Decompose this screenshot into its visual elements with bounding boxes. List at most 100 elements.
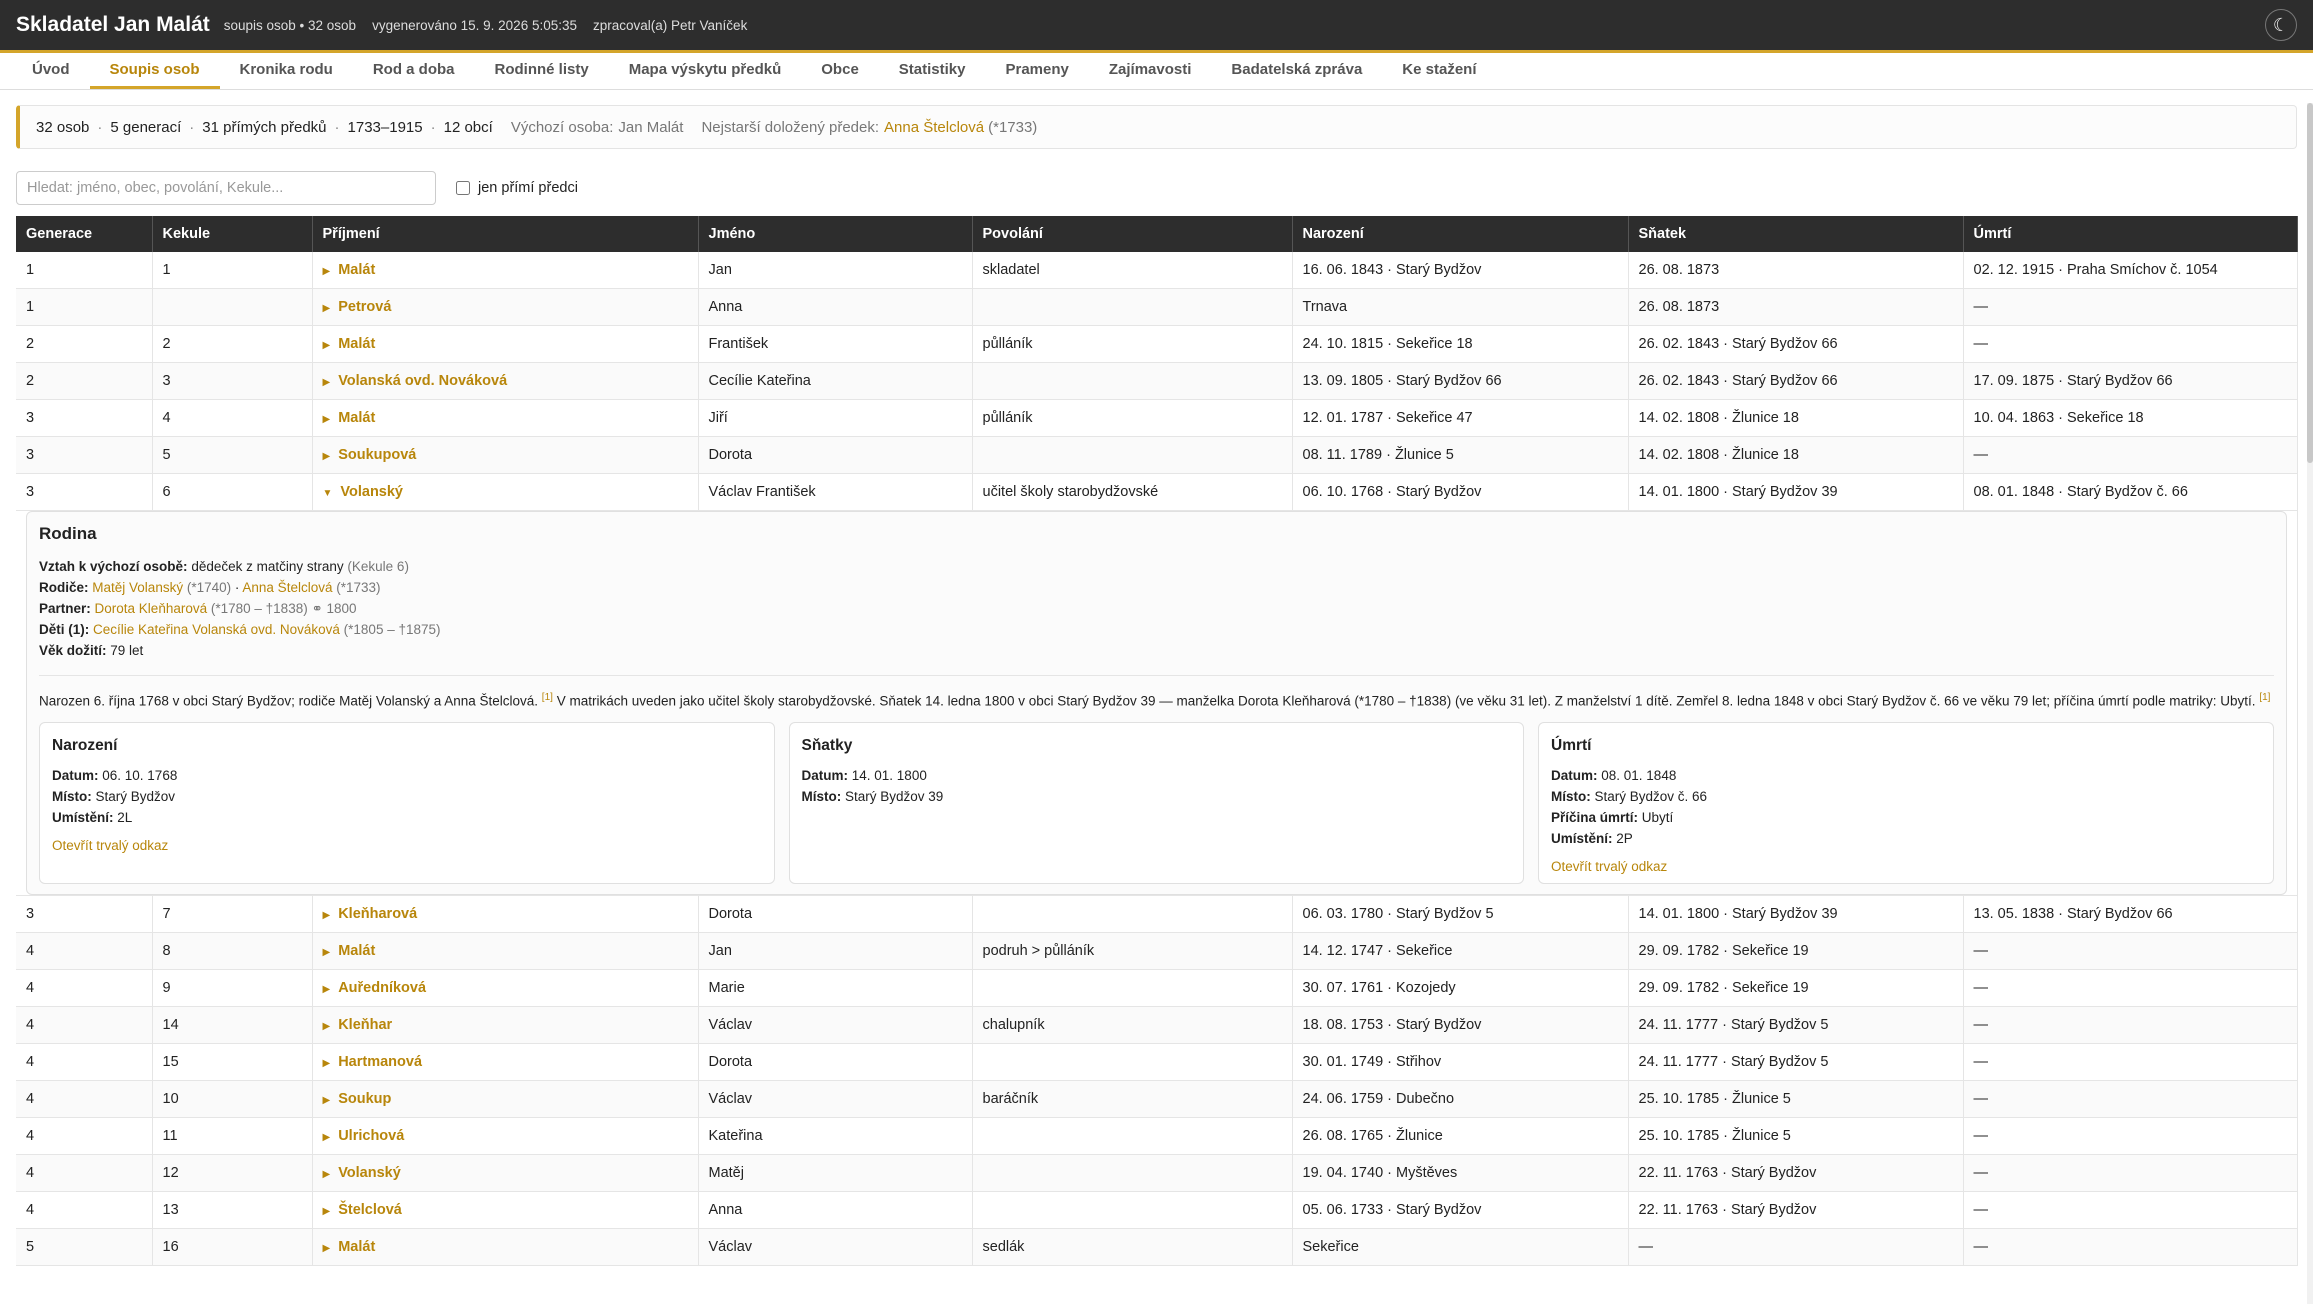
surname-link[interactable]: Kleňhar [338, 1017, 392, 1033]
caret-right-icon[interactable]: ▶ [323, 451, 331, 462]
cell-surname[interactable]: ▶ Petrová [312, 288, 699, 326]
col-header-death[interactable]: Úmrtí [1963, 216, 2298, 252]
surname-link[interactable]: Štelclová [338, 1202, 402, 1218]
caret-right-icon[interactable]: ▶ [323, 1021, 331, 1032]
cell-surname[interactable]: ▼ Volanský [312, 473, 699, 511]
caret-right-icon[interactable]: ▶ [323, 377, 331, 388]
theme-toggle-moon-icon[interactable]: ☾ [2265, 9, 2297, 41]
table-row[interactable]: 5 16 ▶ Malát Václav sedlák Sekeřice — — [16, 1228, 2298, 1266]
tab-5[interactable]: Mapa výskytu předků [609, 53, 802, 89]
caret-right-icon[interactable]: ▶ [323, 1132, 331, 1143]
caret-right-icon[interactable]: ▶ [323, 266, 331, 277]
cell-surname[interactable]: ▶ Ulrichová [312, 1117, 699, 1155]
summary-oldest-link[interactable]: Anna Štelclová [884, 119, 984, 136]
table-row[interactable]: 4 8 ▶ Malát Jan podruh > půlláník 14. 12. 1747… [16, 932, 2298, 970]
scrollbar-thumb[interactable] [2307, 103, 2313, 463]
table-row[interactable]: 4 9 ▶ Auředníková Marie 30. 07. 1761 · Kozoje… [16, 969, 2298, 1007]
tab-9[interactable]: Zajímavosti [1089, 53, 1212, 89]
caret-right-icon[interactable]: ▶ [323, 1095, 331, 1106]
caret-right-icon[interactable]: ▶ [323, 1243, 331, 1254]
tab-7[interactable]: Statistiky [879, 53, 986, 89]
col-header-kekule[interactable]: Kekule [152, 216, 313, 252]
direct-only-filter[interactable]: jen přímí předci [456, 180, 578, 196]
table-row[interactable]: 4 12 ▶ Volanský Matěj 19. 04. 1740 · Myštěves… [16, 1154, 2298, 1192]
cell-surname[interactable]: ▶ Kleňhar [312, 1006, 699, 1044]
birth-permalink[interactable]: Otevřít trvalý odkaz [52, 838, 762, 853]
surname-link[interactable]: Volanská ovd. Nováková [338, 373, 507, 389]
cell-surname[interactable]: ▶ Volanský [312, 1154, 699, 1192]
surname-link[interactable]: Malát [338, 410, 375, 426]
direct-only-checkbox[interactable] [456, 181, 470, 195]
table-row[interactable]: 3 5 ▶ Soukupová Dorota 08. 11. 1789 · Žlunice… [16, 436, 2298, 474]
col-header-occupation[interactable]: Povolání [972, 216, 1293, 252]
caret-right-icon[interactable]: ▶ [323, 1058, 331, 1069]
caret-right-icon[interactable]: ▶ [323, 414, 331, 425]
tab-11[interactable]: Ke stažení [1382, 53, 1496, 89]
cell-surname[interactable]: ▶ Hartmanová [312, 1043, 699, 1081]
partner-link[interactable]: Dorota Kleňharová [95, 601, 208, 616]
cell-surname[interactable]: ▶ Malát [312, 1228, 699, 1266]
table-row[interactable]: 2 3 ▶ Volanská ovd. Nováková Cecílie Kateřin… [16, 362, 2298, 400]
table-row[interactable]: 4 13 ▶ Štelclová Anna 05. 06. 1733 · Starý By… [16, 1191, 2298, 1229]
table-row[interactable]: 3 6 ▼ Volanský Václav František učitel školy … [16, 473, 2298, 511]
mother-link[interactable]: Anna Štelclová [242, 580, 332, 595]
caret-right-icon[interactable]: ▶ [323, 1169, 331, 1180]
search-input[interactable] [16, 171, 436, 205]
table-row[interactable]: 1 ▶ Petrová Anna Trnava 26. 08. 1873— [16, 288, 2298, 326]
cell-surname[interactable]: ▶ Malát [312, 252, 699, 289]
col-header-birth[interactable]: Narození [1292, 216, 1629, 252]
surname-link[interactable]: Volanský [340, 484, 403, 500]
surname-link[interactable]: Soukupová [338, 447, 416, 463]
table-row[interactable]: 2 2 ▶ Malát František půlláník 24. 10. 1815 · … [16, 325, 2298, 363]
tab-8[interactable]: Prameny [985, 53, 1088, 89]
caret-right-icon[interactable]: ▶ [323, 303, 331, 314]
surname-link[interactable]: Volanský [338, 1165, 401, 1181]
footnote-ref[interactable]: [1] [2259, 692, 2270, 703]
cell-surname[interactable]: ▶ Soukup [312, 1080, 699, 1118]
cell-surname[interactable]: ▶ Soukupová [312, 436, 699, 474]
tab-0[interactable]: Úvod [12, 53, 90, 89]
surname-link[interactable]: Malát [338, 336, 375, 352]
col-header-name[interactable]: Jméno [698, 216, 973, 252]
tab-4[interactable]: Rodinné listy [475, 53, 609, 89]
surname-link[interactable]: Malát [338, 943, 375, 959]
surname-link[interactable]: Auředníková [338, 980, 426, 996]
cell-surname[interactable]: ▶ Štelclová [312, 1191, 699, 1229]
tab-2[interactable]: Kronika rodu [220, 53, 353, 89]
caret-down-icon[interactable]: ▼ [323, 488, 333, 499]
tab-6[interactable]: Obce [801, 53, 879, 89]
surname-link[interactable]: Ulrichová [338, 1128, 404, 1144]
father-link[interactable]: Matěj Volanský [92, 580, 183, 595]
table-row[interactable]: 3 7 ▶ Kleňharová Dorota 06. 03. 1780 · Starý … [16, 895, 2298, 933]
cell-surname[interactable]: ▶ Malát [312, 932, 699, 970]
cell-surname[interactable]: ▶ Volanská ovd. Nováková [312, 362, 699, 400]
surname-link[interactable]: Soukup [338, 1091, 391, 1107]
surname-link[interactable]: Petrová [338, 299, 391, 315]
caret-right-icon[interactable]: ▶ [323, 984, 331, 995]
tab-3[interactable]: Rod a doba [353, 53, 475, 89]
cell-surname[interactable]: ▶ Kleňharová [312, 895, 699, 933]
col-header-surname[interactable]: Příjmení [312, 216, 699, 252]
table-row[interactable]: 3 4 ▶ Malát Jiří půlláník 12. 01. 1787 · Sekeř… [16, 399, 2298, 437]
surname-link[interactable]: Kleňharová [338, 906, 417, 922]
col-header-generation[interactable]: Generace [16, 216, 153, 252]
caret-right-icon[interactable]: ▶ [323, 910, 331, 921]
surname-link[interactable]: Malát [338, 262, 375, 278]
footnote-ref[interactable]: [1] [542, 692, 553, 703]
cell-surname[interactable]: ▶ Malát [312, 325, 699, 363]
table-row[interactable]: 4 11 ▶ Ulrichová Kateřina 26. 08. 1765 · Žlun… [16, 1117, 2298, 1155]
table-row[interactable]: 1 1 ▶ Malát Jan skladatel 16. 06. 1843 · Starý… [16, 252, 2298, 289]
table-row[interactable]: 4 10 ▶ Soukup Václav baráčník 24. 06. 1759 · D… [16, 1080, 2298, 1118]
child-link[interactable]: Cecílie Kateřina Volanská ovd. Nováková [93, 622, 340, 637]
table-row[interactable]: 4 14 ▶ Kleňhar Václav chalupník 18. 08. 1753 ·… [16, 1006, 2298, 1044]
col-header-marriage[interactable]: Sňatek [1628, 216, 1964, 252]
tab-1[interactable]: Soupis osob [89, 53, 220, 89]
death-permalink[interactable]: Otevřít trvalý odkaz [1551, 859, 2261, 874]
table-row[interactable]: 4 15 ▶ Hartmanová Dorota 30. 01. 1749 · Střih… [16, 1043, 2298, 1081]
cell-surname[interactable]: ▶ Auředníková [312, 969, 699, 1007]
caret-right-icon[interactable]: ▶ [323, 947, 331, 958]
caret-right-icon[interactable]: ▶ [323, 340, 331, 351]
cell-surname[interactable]: ▶ Malát [312, 399, 699, 437]
surname-link[interactable]: Malát [338, 1239, 375, 1255]
tab-10[interactable]: Badatelská zpráva [1211, 53, 1382, 89]
